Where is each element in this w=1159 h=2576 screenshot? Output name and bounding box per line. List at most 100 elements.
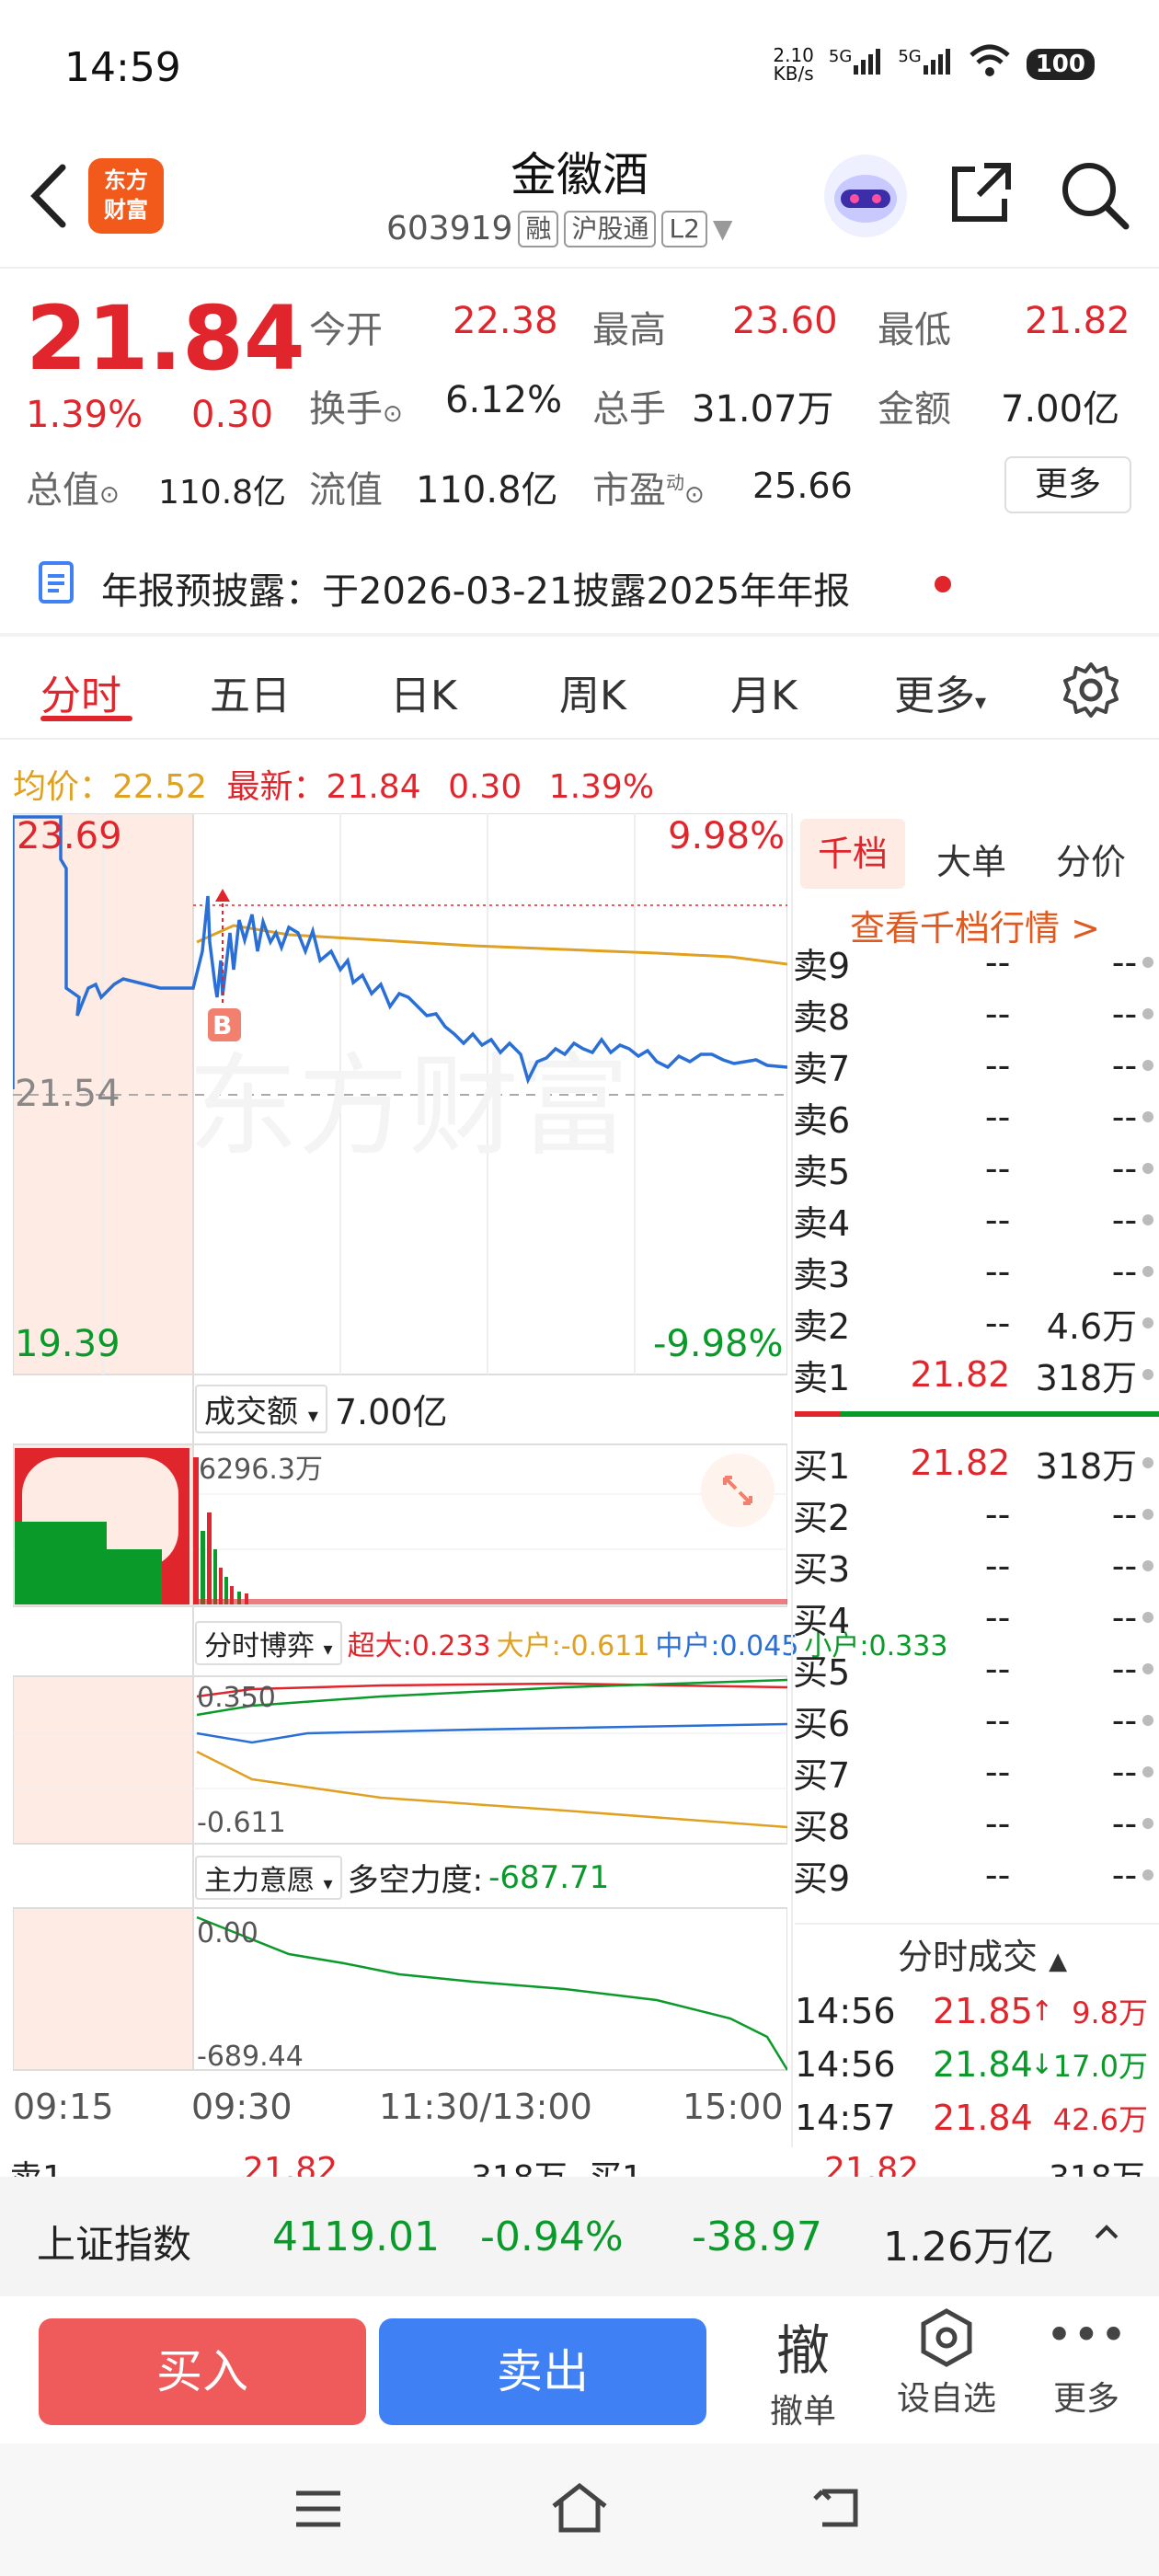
open-label: 今开 bbox=[309, 309, 383, 351]
buy-button[interactable]: 买入 bbox=[39, 2318, 366, 2425]
ask-volume: 318万 bbox=[1035, 1357, 1138, 1398]
bid-volume: -- bbox=[1111, 1494, 1138, 1535]
tab-depth[interactable]: 千档 bbox=[800, 819, 905, 889]
bid-price: -- bbox=[984, 1803, 1011, 1844]
back-icon[interactable] bbox=[26, 162, 72, 234]
ask-row[interactable]: 卖2 -- 4.6万 bbox=[793, 1297, 1153, 1349]
tab-more[interactable]: 更多▾ bbox=[894, 662, 986, 721]
bid-row[interactable]: 买4 -- -- bbox=[793, 1592, 1153, 1643]
book-divider bbox=[795, 1411, 1159, 1417]
ask-dot-icon bbox=[1142, 1317, 1153, 1328]
chevron-down-icon: ▼ bbox=[712, 213, 733, 244]
ask-row[interactable]: 卖9 -- -- bbox=[793, 937, 1153, 988]
ask-row[interactable]: 卖4 -- -- bbox=[793, 1194, 1153, 1246]
cancel-order-button[interactable]: 撤 撤单 bbox=[743, 2307, 863, 2432]
stock-code-row[interactable]: 603919 融 沪股通 L2 ▼ bbox=[386, 210, 732, 247]
bid-price: -- bbox=[984, 1649, 1011, 1689]
ask-dot-icon bbox=[1142, 1214, 1153, 1225]
sell-button[interactable]: 卖出 bbox=[379, 2318, 706, 2425]
expand-icon[interactable] bbox=[701, 1454, 775, 1527]
chevron-up-icon[interactable] bbox=[1091, 2217, 1122, 2252]
ellipsis-icon: ••• bbox=[1045, 2308, 1128, 2362]
change-amount: 0.30 bbox=[191, 394, 274, 436]
current-price: 21.84 bbox=[26, 287, 305, 390]
ask-label: 卖8 bbox=[793, 996, 851, 1038]
bid-row[interactable]: 买9 -- -- bbox=[793, 1849, 1153, 1901]
index-ticker-bar[interactable]: 上证指数 4119.01 -0.94% -38.97 1.26万亿 bbox=[0, 2177, 1159, 2296]
trade-row: 14:57 21.84 42.6万 bbox=[795, 2092, 1159, 2144]
tab-monthly-k[interactable]: 月K bbox=[730, 662, 798, 721]
ask-label: 卖7 bbox=[793, 1048, 851, 1089]
bid-label: 买1 bbox=[793, 1445, 851, 1487]
mktcap-label: 总值⊙ bbox=[26, 469, 120, 512]
trade-row: 14:56 21.84 ↓ 17.0万 bbox=[795, 2039, 1159, 2090]
ask-label: 卖5 bbox=[793, 1151, 851, 1192]
share-icon[interactable] bbox=[947, 158, 1016, 230]
system-nav-bar bbox=[0, 2444, 1159, 2576]
ask-volume: -- bbox=[1111, 1251, 1138, 1292]
game-dropdown[interactable]: 分时博弈 ▾ bbox=[195, 1621, 342, 1665]
volume-header[interactable]: 成交额 ▾ 7.00亿 bbox=[195, 1384, 447, 1434]
tab-intraday[interactable]: 分时 bbox=[40, 662, 121, 721]
add-favorite-button[interactable]: 设自选 bbox=[887, 2307, 1006, 2420]
status-indicators: 2.10 KB/s 5G 5G 100 bbox=[773, 44, 1095, 84]
tab-weekly-k[interactable]: 周K bbox=[559, 662, 626, 721]
x-label-midday: 11:30/13:00 bbox=[379, 2087, 592, 2127]
ask-label: 卖9 bbox=[793, 945, 851, 986]
bid-label: 买4 bbox=[793, 1600, 851, 1641]
ask-row[interactable]: 卖5 -- -- bbox=[793, 1143, 1153, 1194]
chart-high-pct: 9.98% bbox=[668, 815, 786, 857]
tab-five-day[interactable]: 五日 bbox=[210, 662, 291, 721]
ask-volume: -- bbox=[1111, 994, 1138, 1034]
more-label: 更多 bbox=[1052, 2380, 1119, 2418]
bid-row[interactable]: 买6 -- -- bbox=[793, 1695, 1153, 1746]
ask-row[interactable]: 卖8 -- -- bbox=[793, 988, 1153, 1040]
ask-row[interactable]: 卖7 -- -- bbox=[793, 1040, 1153, 1091]
ask-volume: -- bbox=[1111, 1097, 1138, 1137]
tabs-divider bbox=[0, 738, 1159, 740]
tab-daily-k[interactable]: 日K bbox=[390, 662, 457, 721]
bid-price: -- bbox=[984, 1597, 1011, 1638]
tab-large-orders[interactable]: 大单 bbox=[936, 834, 1006, 884]
notice-dot bbox=[935, 576, 951, 592]
home-icon[interactable] bbox=[546, 2480, 613, 2539]
bid-row[interactable]: 买3 -- -- bbox=[793, 1540, 1153, 1592]
ask-price: -- bbox=[984, 942, 1011, 983]
more-quote-button[interactable]: 更多 bbox=[1004, 456, 1131, 513]
turnover-label: 换手⊙ bbox=[309, 388, 403, 431]
robot-assistant-icon[interactable] bbox=[824, 155, 907, 237]
bid-row[interactable]: 买5 -- -- bbox=[793, 1643, 1153, 1695]
bid-row[interactable]: 买7 -- -- bbox=[793, 1746, 1153, 1798]
open-value: 22.38 bbox=[453, 300, 558, 342]
chart-low-price: 19.39 bbox=[15, 1323, 120, 1365]
settings-gear-icon[interactable] bbox=[1061, 661, 1120, 723]
amount-value: 7.00亿 bbox=[1001, 388, 1120, 431]
main-force-header[interactable]: 主力意愿 ▾ 多空力度: -687.71 bbox=[195, 1855, 609, 1900]
ask-volume: -- bbox=[1111, 1200, 1138, 1240]
menu-icon[interactable] bbox=[291, 2486, 346, 2536]
hexagon-icon bbox=[887, 2307, 1006, 2372]
mktcap-value: 110.8亿 bbox=[158, 474, 287, 512]
more-actions-button[interactable]: ••• 更多 bbox=[1027, 2307, 1146, 2420]
ask-row[interactable]: 卖3 -- -- bbox=[793, 1246, 1153, 1297]
trades-title[interactable]: 分时成交 ▲ bbox=[898, 1928, 1067, 1979]
bid-row[interactable]: 买2 -- -- bbox=[793, 1489, 1153, 1540]
annual-report-notice[interactable]: 年报预披露：于2026-03-21披露2025年年报 bbox=[101, 561, 850, 615]
bid-row[interactable]: 买8 -- -- bbox=[793, 1798, 1153, 1849]
search-icon[interactable] bbox=[1058, 158, 1131, 236]
bid-label: 买2 bbox=[793, 1497, 851, 1538]
main-force-dropdown[interactable]: 主力意愿 ▾ bbox=[195, 1855, 342, 1900]
bid-row[interactable]: 买1 21.82 318万 bbox=[793, 1437, 1153, 1489]
tab-price-distribution[interactable]: 分价 bbox=[1056, 834, 1126, 884]
ask-dot-icon bbox=[1142, 957, 1153, 968]
back-nav-icon[interactable] bbox=[809, 2482, 865, 2537]
intraday-chart-area[interactable]: 东方财富 bbox=[11, 812, 789, 2131]
bid-price: -- bbox=[984, 1546, 1011, 1586]
caret-down-icon: ▾ bbox=[975, 689, 987, 715]
ask-row[interactable]: 卖6 -- -- bbox=[793, 1091, 1153, 1143]
ask-row[interactable]: 卖1 21.82 318万 bbox=[793, 1349, 1153, 1400]
ask-dot-icon bbox=[1142, 1111, 1153, 1122]
volume-dropdown[interactable]: 成交额 ▾ bbox=[195, 1385, 327, 1433]
bid-dot-icon bbox=[1142, 1509, 1153, 1520]
bid-label: 买8 bbox=[793, 1806, 851, 1847]
